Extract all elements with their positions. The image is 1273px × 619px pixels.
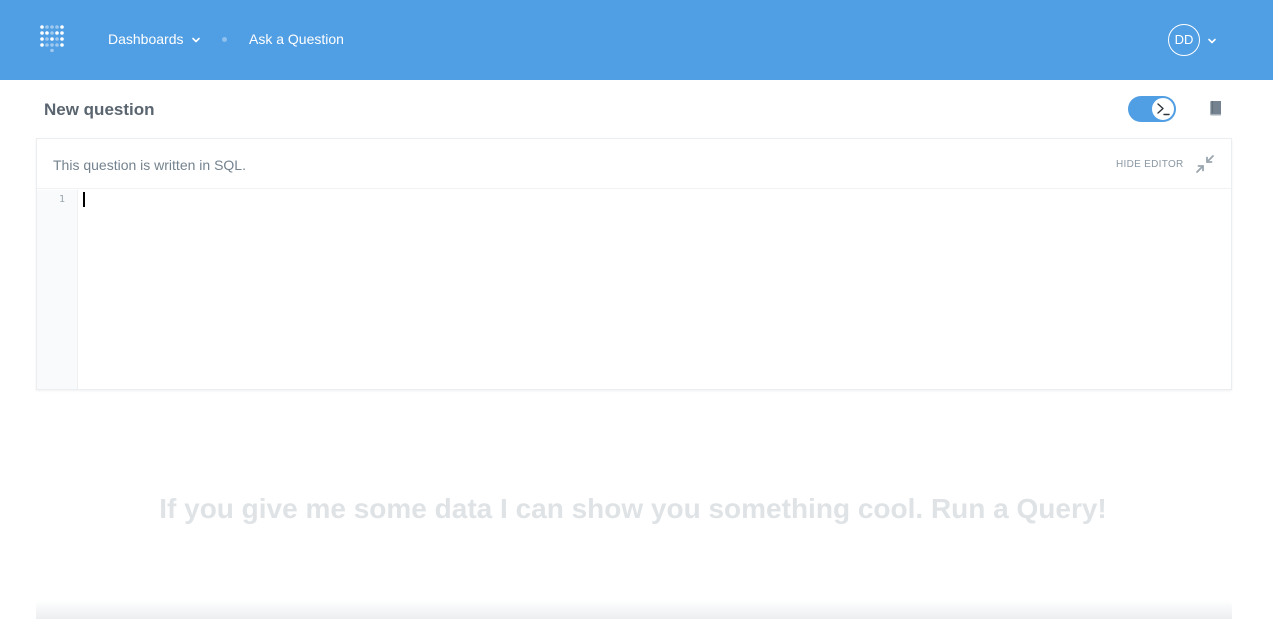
user-avatar[interactable]: DD — [1168, 24, 1200, 56]
hide-editor-button[interactable]: HIDE EDITOR — [1116, 159, 1184, 170]
nav-separator-dot — [222, 37, 227, 42]
sql-code-input[interactable] — [79, 190, 1231, 389]
chevron-down-icon[interactable] — [1206, 34, 1218, 46]
native-query-mode-toggle[interactable] — [1128, 96, 1176, 122]
chevron-down-icon[interactable] — [190, 33, 202, 45]
nav-dashboards-link[interactable]: Dashboards — [108, 31, 184, 48]
editor-language-note: This question is written in SQL. — [53, 157, 246, 173]
terminal-icon — [1157, 103, 1170, 116]
question-title: New question — [44, 100, 155, 119]
nav-ask-question-link[interactable]: Ask a Question — [249, 31, 344, 48]
contract-icon[interactable] — [1195, 154, 1215, 174]
line-number: 1 — [58, 194, 65, 205]
book-icon[interactable] — [1207, 99, 1225, 117]
line-number-gutter: 1 — [37, 190, 78, 389]
toggle-knob — [1151, 97, 1175, 121]
sql-editor-panel: This question is written in SQL. HIDE ED… — [36, 138, 1232, 390]
text-cursor — [83, 192, 85, 207]
empty-state-message: If you give me some data I can show you … — [159, 493, 1107, 524]
top-nav-bar: Dashboards Ask a Question DD — [0, 0, 1273, 80]
visualization-area-edge — [36, 600, 1232, 619]
metabase-logo-icon[interactable] — [39, 24, 65, 53]
editor-header: This question is written in SQL. HIDE ED… — [37, 139, 1231, 189]
